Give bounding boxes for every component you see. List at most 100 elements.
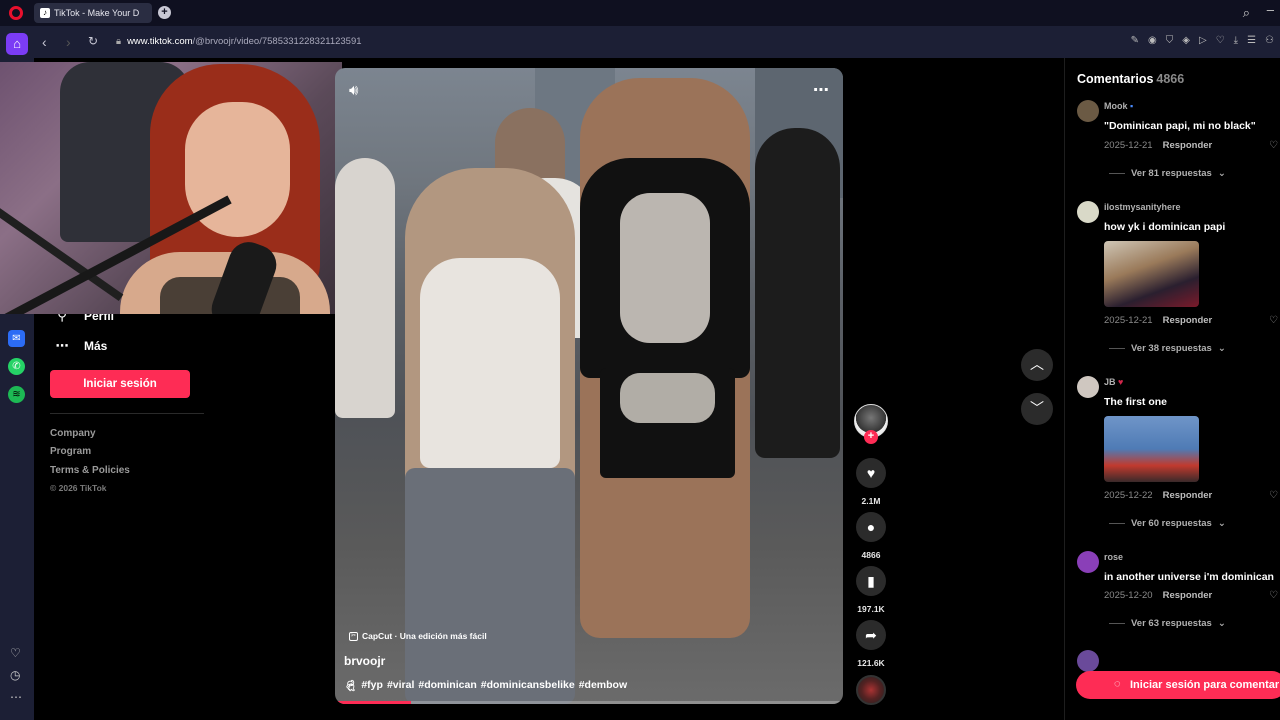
capcut-label[interactable]: ✂ CapCut · Una edición más fácil <box>349 631 487 641</box>
comment-text: The first one <box>1104 396 1168 408</box>
footer-link-terms[interactable]: Terms & Policies <box>50 465 130 476</box>
jeans <box>405 468 575 704</box>
nav-item-mas[interactable]: ⋯ Más <box>54 338 108 354</box>
sidebar-more-icon[interactable]: ⋯ <box>10 690 22 704</box>
divider <box>1109 173 1125 174</box>
comment-user[interactable]: rose <box>1104 552 1123 562</box>
previous-video-button[interactable]: ︿ <box>1021 349 1053 381</box>
comment-like-icon[interactable]: ♡ <box>1269 315 1278 326</box>
tab-title: TikTok - Make Your D <box>54 8 140 18</box>
messenger-icon[interactable]: ✉ <box>8 330 25 347</box>
favorites-icon[interactable]: ♡ <box>10 646 21 660</box>
share-count: 121.6K <box>857 658 885 668</box>
video-progress-track[interactable] <box>335 701 843 704</box>
view-replies-button[interactable]: Ver 81 respuestas ⌄ <box>1109 168 1226 179</box>
whatsapp-icon[interactable]: ✆ <box>8 358 25 375</box>
chevron-up-icon: ︿ <box>1030 356 1044 372</box>
comment-text: "Dominican papi, mi no black" <box>1104 120 1256 132</box>
share-icon: ➦ <box>856 620 886 650</box>
reply-button[interactable]: Responder <box>1163 590 1213 601</box>
menu-icon[interactable]: ☰ <box>1247 35 1256 46</box>
comment-icon: ● <box>856 512 886 542</box>
view-replies-button[interactable]: Ver 63 respuestas ⌄ <box>1109 618 1226 629</box>
new-tab-button[interactable]: + <box>158 6 171 19</box>
spotify-icon[interactable]: ≋ <box>8 386 25 403</box>
browser-tab[interactable]: ♪ TikTok - Make Your D <box>34 3 152 23</box>
play-icon[interactable]: ▷ <box>1199 35 1207 46</box>
video-hashtags: 🕺︎ #fyp #viral #dominican #dominicansbel… <box>344 679 627 692</box>
comments-count: 4866 <box>1156 72 1185 86</box>
hashtag[interactable]: #fyp <box>361 679 383 692</box>
avatar[interactable] <box>1077 100 1099 122</box>
reply-button[interactable]: Responder <box>1163 140 1213 151</box>
footer-link-program[interactable]: Program <box>50 446 91 457</box>
avatar[interactable] <box>1077 376 1099 398</box>
comment-date: 2025-12-20 <box>1104 590 1153 601</box>
sound-icon[interactable]: 🔊︎ <box>349 82 358 99</box>
edit-icon[interactable]: ✎ <box>1131 35 1139 46</box>
next-video-button[interactable]: ﹀ <box>1021 393 1053 425</box>
view-replies-button[interactable]: Ver 60 respuestas ⌄ <box>1109 518 1226 529</box>
chevron-down-icon: ⌄ <box>1217 343 1226 354</box>
video-author[interactable]: brvoojr <box>344 654 385 668</box>
vpn-icon[interactable]: ◈ <box>1182 35 1190 46</box>
comment-like-icon[interactable]: ♡ <box>1269 140 1278 151</box>
video-progress-fill <box>335 701 412 704</box>
home-icon[interactable]: ⌂ <box>6 33 28 55</box>
comment-like-icon[interactable]: ♡ <box>1269 490 1278 501</box>
view-replies-label: Ver 38 respuestas <box>1131 343 1212 354</box>
download-icon[interactable]: ⤓ <box>1234 35 1238 46</box>
avatar[interactable] <box>1077 551 1099 573</box>
comment-user[interactable]: ilostmysanityhere <box>1104 202 1181 212</box>
shield-icon[interactable]: ⛉ <box>1166 35 1174 46</box>
footer-link-company[interactable]: Company <box>50 428 96 439</box>
camera-icon[interactable]: ◉ <box>1148 35 1157 46</box>
comment-text: how yk i dominican papi <box>1104 221 1226 233</box>
heart-outline-icon[interactable]: ♡ <box>1216 35 1225 46</box>
view-replies-button[interactable]: Ver 38 respuestas ⌄ <box>1109 343 1226 354</box>
reply-button[interactable]: Responder <box>1163 490 1213 501</box>
save-button[interactable]: ▮ 197.1K <box>855 566 887 614</box>
divider <box>1109 348 1125 349</box>
minimize-icon[interactable]: – <box>1267 2 1274 17</box>
opera-logo-icon[interactable] <box>9 6 23 20</box>
back-icon[interactable]: ‹ <box>42 34 47 50</box>
more-options-icon[interactable]: ⋯ <box>813 80 829 100</box>
reload-icon[interactable]: ↻ <box>88 34 98 48</box>
comment-login-button[interactable]: ◌ Iniciar sesión para comentar <box>1076 671 1280 699</box>
music-disc-icon[interactable] <box>856 675 886 705</box>
avatar[interactable] <box>1077 201 1099 223</box>
comment-like-icon[interactable]: ♡ <box>1269 590 1278 601</box>
url-field[interactable]: 🔒︎ www.tiktok.com/@brvoojr/video/7585331… <box>116 34 362 50</box>
like-button[interactable]: ♥ 2.1M <box>855 458 887 506</box>
hashtag[interactable]: #dominicansbelike <box>481 679 575 692</box>
comments-title: Comentarios <box>1077 72 1154 86</box>
video-player[interactable]: 🔊︎ ⋯ ✂ CapCut · Una edición más fácil br… <box>335 68 843 704</box>
comment-sticker-image[interactable] <box>1104 241 1199 307</box>
forward-icon[interactable]: › <box>66 34 71 50</box>
comment-sticker-image[interactable] <box>1104 416 1199 482</box>
comment-user[interactable]: Mook ▪ <box>1104 101 1133 111</box>
verified-icon: ▪ <box>1130 101 1134 111</box>
save-count: 197.1K <box>857 604 885 614</box>
tee-print <box>620 193 710 343</box>
tab-search-icon[interactable]: ⌕ <box>1243 5 1250 21</box>
comment-button[interactable]: ● 4866 <box>855 512 887 560</box>
hashtag[interactable]: #dembow <box>579 679 627 692</box>
extension-toolbar: ✎ ◉ ⛉ ◈ ▷ ♡ ⤓ ☰ ⚇ <box>1131 35 1274 46</box>
hashtag[interactable]: #viral <box>387 679 414 692</box>
chevron-down-icon: ⌄ <box>1217 618 1226 629</box>
hashtag[interactable]: #dominican <box>418 679 476 692</box>
avatar[interactable] <box>1077 650 1099 672</box>
follow-plus-icon[interactable]: + <box>864 430 878 444</box>
webcam-overlay <box>0 62 342 314</box>
comment-user[interactable]: JB ♥ <box>1104 377 1123 387</box>
divider <box>1109 523 1125 524</box>
reply-button[interactable]: Responder <box>1163 315 1213 326</box>
profile-icon[interactable]: ⚇ <box>1265 35 1274 46</box>
share-button[interactable]: ➦ 121.6K <box>855 620 887 668</box>
url-host: www.tiktok.com <box>127 36 193 47</box>
heart-icon: ♥ <box>856 458 886 488</box>
login-button[interactable]: Iniciar sesión <box>50 370 190 398</box>
history-icon[interactable]: ◷ <box>10 668 20 682</box>
